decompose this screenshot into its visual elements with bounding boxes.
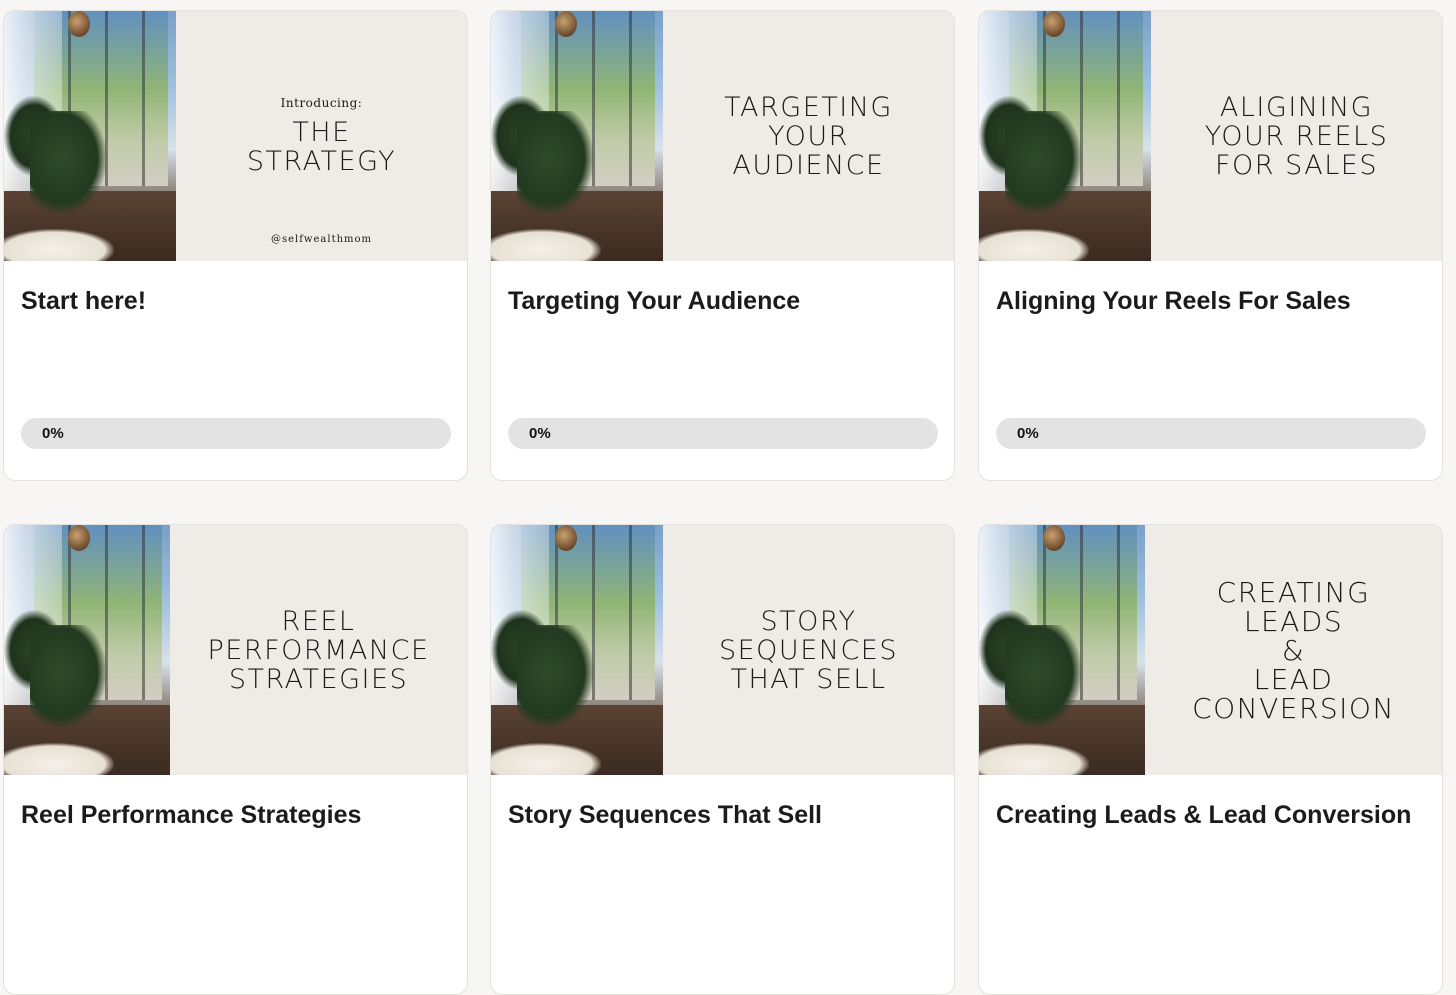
course-thumbnail: TARGETING YOUR AUDIENCE	[491, 11, 954, 261]
poster-title: REEL PERFORMANCE STRATEGIES	[207, 605, 430, 695]
interior-photo	[979, 525, 1145, 775]
course-title[interactable]: Targeting Your Audience	[508, 287, 800, 316]
course-title[interactable]: Start here!	[21, 287, 146, 316]
progress-label: 0%	[529, 425, 551, 442]
poster-intro: Introducing:	[280, 96, 363, 110]
course-card-story-sequences[interactable]: STORY SEQUENCES THAT SELL Story Sequence…	[490, 524, 955, 995]
course-thumbnail: Introducing: THE STRATEGY @selfwealthmom	[4, 11, 467, 261]
poster-graphic: STORY SEQUENCES THAT SELL	[663, 525, 954, 775]
course-thumbnail: STORY SEQUENCES THAT SELL	[491, 525, 954, 775]
course-card-start-here[interactable]: Introducing: THE STRATEGY @selfwealthmom…	[3, 10, 468, 481]
course-thumbnail: CREATING LEADS & LEAD CONVERSION	[979, 525, 1442, 775]
poster-handle: @selfwealthmom	[270, 234, 373, 245]
interior-photo	[491, 11, 663, 261]
progress-bar: 0%	[996, 418, 1426, 449]
course-title[interactable]: Aligning Your Reels For Sales	[996, 287, 1351, 316]
poster-graphic: REEL PERFORMANCE STRATEGIES	[170, 525, 467, 775]
poster-title: TARGETING YOUR AUDIENCE	[724, 91, 893, 181]
course-card-reel-performance[interactable]: REEL PERFORMANCE STRATEGIES Reel Perform…	[3, 524, 468, 995]
progress-bar: 0%	[508, 418, 938, 449]
interior-photo	[979, 11, 1151, 261]
poster-graphic: TARGETING YOUR AUDIENCE	[663, 11, 954, 261]
interior-photo	[4, 525, 170, 775]
poster-graphic: Introducing: THE STRATEGY @selfwealthmom	[176, 11, 467, 261]
course-title[interactable]: Story Sequences That Sell	[508, 801, 822, 830]
course-card-aligning-your-reels[interactable]: ALIGINING YOUR REELS FOR SALES Aligning …	[978, 10, 1443, 481]
interior-photo	[491, 525, 663, 775]
course-card-creating-leads[interactable]: CREATING LEADS & LEAD CONVERSION Creatin…	[978, 524, 1443, 995]
poster-title: STORY SEQUENCES THAT SELL	[718, 605, 899, 695]
poster-graphic: ALIGINING YOUR REELS FOR SALES	[1151, 11, 1442, 261]
interior-photo	[4, 11, 176, 261]
poster-title: ALIGINING YOUR REELS FOR SALES	[1204, 91, 1389, 181]
course-title[interactable]: Creating Leads & Lead Conversion	[996, 801, 1411, 830]
course-card-targeting-your-audience[interactable]: TARGETING YOUR AUDIENCE Targeting Your A…	[490, 10, 955, 481]
progress-bar: 0%	[21, 418, 451, 449]
poster-graphic: CREATING LEADS & LEAD CONVERSION	[1145, 525, 1442, 775]
course-title[interactable]: Reel Performance Strategies	[21, 801, 361, 830]
progress-label: 0%	[42, 425, 64, 442]
poster-title: CREATING LEADS & LEAD CONVERSION	[1192, 575, 1395, 725]
poster-title: THE STRATEGY	[246, 117, 397, 177]
course-thumbnail: ALIGINING YOUR REELS FOR SALES	[979, 11, 1442, 261]
progress-label: 0%	[1017, 425, 1039, 442]
course-thumbnail: REEL PERFORMANCE STRATEGIES	[4, 525, 467, 775]
